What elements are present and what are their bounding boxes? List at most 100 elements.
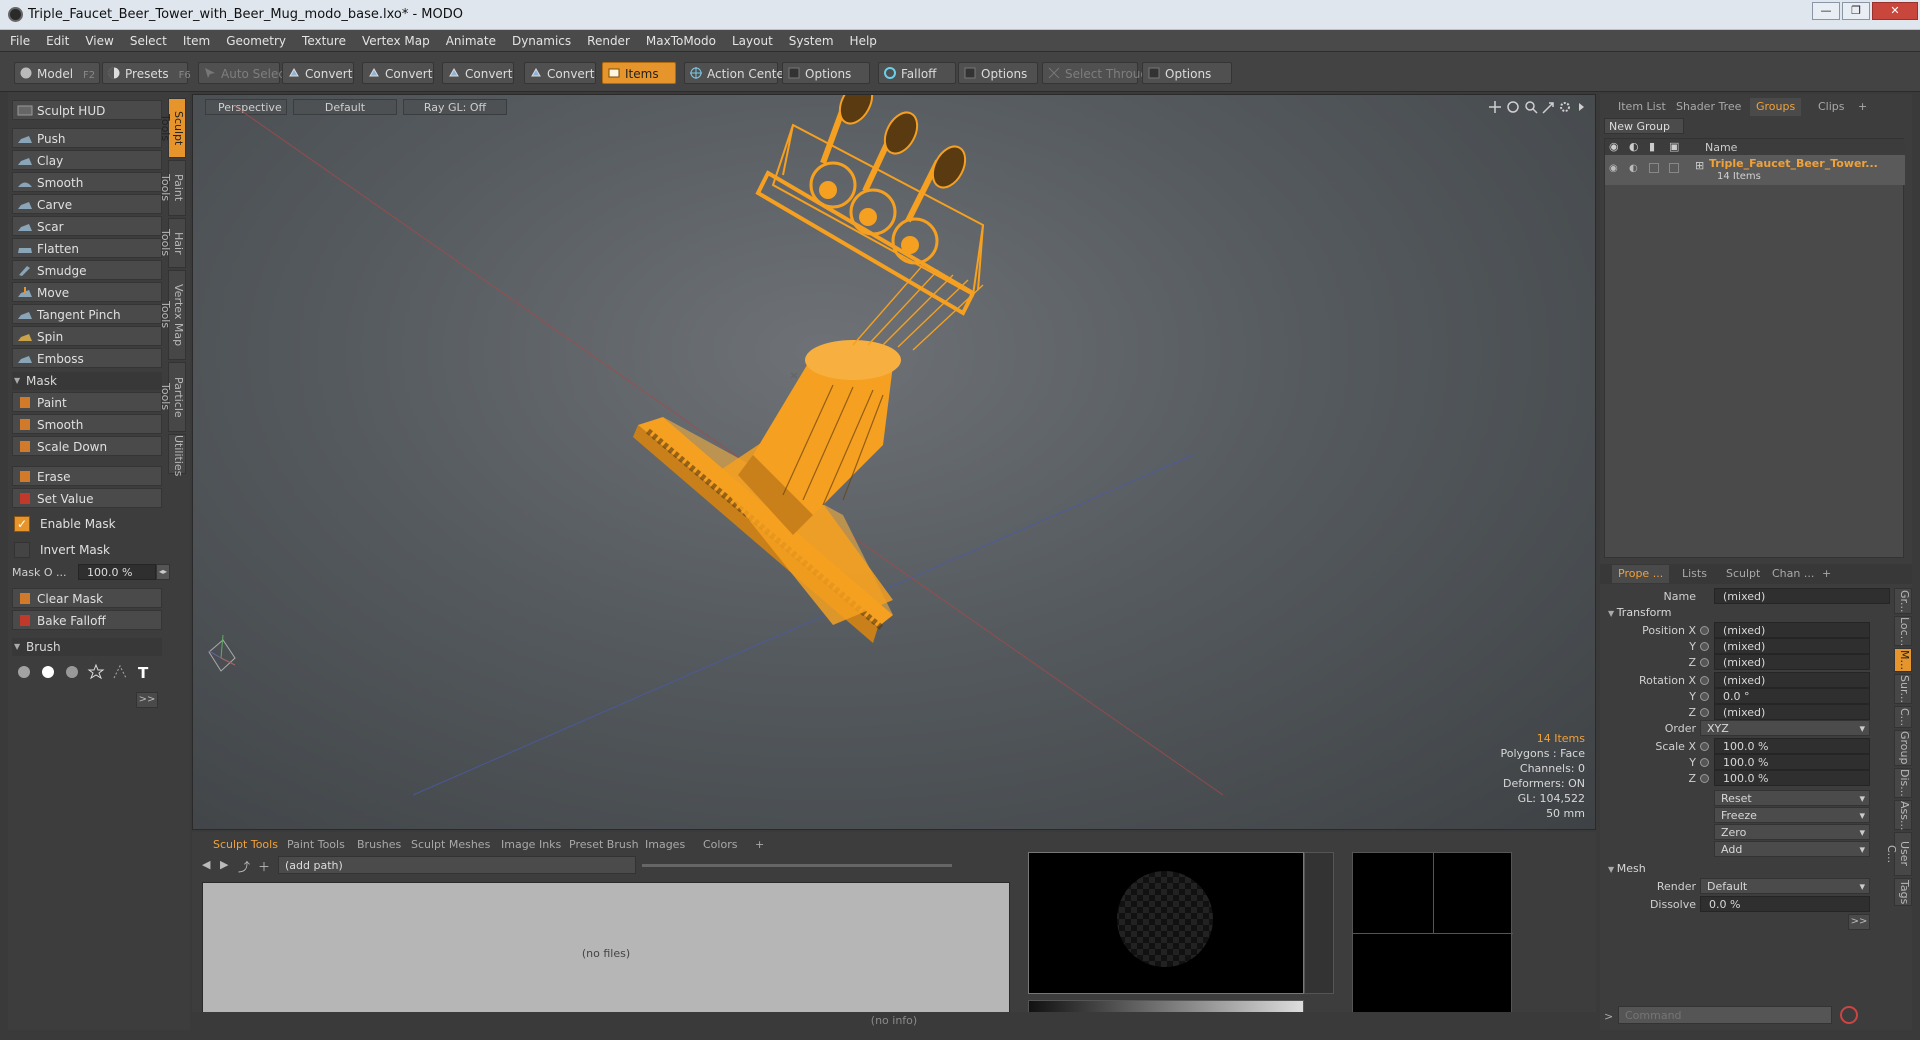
convert-button-1[interactable]: Convert — [282, 62, 354, 84]
tab-bottom-sculpt-meshes[interactable]: Sculpt Meshes — [404, 836, 497, 854]
tool-smudge[interactable]: Smudge — [12, 260, 162, 280]
mask-scale-down-button[interactable]: Scale Down — [12, 436, 162, 456]
scale-x-key-icon[interactable] — [1700, 742, 1709, 751]
tool-flatten[interactable]: Flatten — [12, 238, 162, 258]
scale-z-key-icon[interactable] — [1700, 774, 1709, 783]
menu-animate[interactable]: Animate — [438, 30, 504, 52]
record-macro-icon[interactable] — [1840, 1006, 1858, 1024]
brush-section-header[interactable]: Brush — [12, 638, 162, 656]
convert-button-4[interactable]: Convert — [524, 62, 596, 84]
side-tab-loc[interactable]: Loc... — [1894, 616, 1912, 646]
close-button[interactable]: ✕ — [1872, 2, 1918, 20]
side-tab-group[interactable]: Group — [1894, 730, 1912, 766]
add-dropdown[interactable]: Add — [1714, 841, 1870, 858]
tab-groups[interactable]: Groups — [1750, 98, 1802, 116]
side-tab-dis[interactable]: Dis... — [1894, 768, 1912, 798]
rotation-order-dropdown[interactable]: XYZ — [1700, 720, 1870, 737]
side-tab-mesh[interactable]: M... — [1894, 648, 1912, 672]
menu-layout[interactable]: Layout — [724, 30, 781, 52]
add-path-icon[interactable]: ＋ — [258, 858, 272, 874]
position-y-key-icon[interactable] — [1700, 642, 1709, 651]
mask-opacity-field[interactable]: 100.0 % — [78, 564, 156, 580]
rotation-z-key-icon[interactable] — [1700, 708, 1709, 717]
add-panel-tab-button[interactable]: + — [1852, 98, 1873, 116]
path-dropdown[interactable]: (add path) — [278, 856, 636, 874]
tab-sculpt[interactable]: Sculpt — [1720, 565, 1766, 583]
add-properties-tab-button[interactable]: + — [1816, 565, 1837, 583]
tab-bottom-brushes[interactable]: Brushes — [350, 836, 408, 854]
tab-bottom-preset-brush[interactable]: Preset Brush — [562, 836, 646, 854]
properties-more-button[interactable]: >> — [1848, 914, 1870, 930]
menu-item[interactable]: Item — [175, 30, 218, 52]
maximize-button[interactable]: ❐ — [1842, 2, 1870, 20]
tool-scar[interactable]: Scar — [12, 216, 162, 236]
select-through-button[interactable]: Select Through — [1042, 62, 1156, 84]
scale-z-field[interactable]: 100.0 % — [1714, 770, 1870, 786]
tab-properties[interactable]: Prope ... — [1612, 565, 1670, 583]
tool-emboss[interactable]: Emboss — [12, 348, 162, 368]
3d-viewport[interactable]: Perspective Default Ray GL: Off 14 Items… — [192, 94, 1596, 830]
rotation-y-key-icon[interactable] — [1700, 692, 1709, 701]
group-render-toggle[interactable]: ◐ — [1629, 163, 1638, 174]
back-arrow-icon[interactable]: ◀ — [202, 858, 214, 872]
splat-brush-icon[interactable] — [66, 666, 78, 678]
name-field[interactable]: (mixed) — [1714, 588, 1890, 604]
menu-view[interactable]: View — [77, 30, 121, 52]
add-tab-button[interactable]: + — [748, 836, 771, 854]
tab-bottom-images[interactable]: Images — [638, 836, 692, 854]
reset-dropdown[interactable]: Reset — [1714, 790, 1870, 807]
new-group-button[interactable]: New Group — [1604, 118, 1684, 134]
scale-y-key-icon[interactable] — [1700, 758, 1709, 767]
tab-sculpt-tools[interactable]: Sculpt Tools — [159, 98, 186, 158]
zero-dropdown[interactable]: Zero — [1714, 824, 1870, 841]
presets-button[interactable]: Presets F6 — [102, 62, 191, 84]
tool-move[interactable]: Move — [12, 282, 162, 302]
tab-clips[interactable]: Clips — [1812, 98, 1851, 116]
text-brush-icon[interactable]: T — [138, 664, 149, 682]
tool-tangent-pinch[interactable]: Tangent Pinch — [12, 304, 162, 324]
group-visible-toggle[interactable]: ◉ — [1609, 163, 1618, 174]
erase-button[interactable]: Erase — [12, 466, 162, 486]
group-row[interactable]: ◉ ◐ ⊞ Triple_Faucet_Beer_Tower... 14 Ite… — [1605, 155, 1905, 185]
rotation-x-field[interactable]: (mixed) — [1714, 672, 1870, 688]
side-tab-ass[interactable]: Ass... — [1894, 800, 1912, 830]
tool-spin[interactable]: Spin — [12, 326, 162, 346]
convert-button-2[interactable]: Convert — [362, 62, 434, 84]
side-tab-sur[interactable]: Sur... — [1894, 674, 1912, 704]
mask-opacity-stepper[interactable]: ◂▸ — [156, 564, 170, 580]
tool-carve[interactable]: Carve — [12, 194, 162, 214]
mask-smooth-button[interactable]: Smooth — [12, 414, 162, 434]
auto-select-button[interactable]: Auto Select — [198, 62, 290, 84]
position-x-field[interactable]: (mixed) — [1714, 622, 1870, 638]
scale-y-field[interactable]: 100.0 % — [1714, 754, 1870, 770]
brush-falloff-strip[interactable] — [1304, 852, 1334, 994]
menu-select[interactable]: Select — [122, 30, 175, 52]
set-value-button[interactable]: Set Value — [12, 488, 162, 508]
parent-folder-icon[interactable]: ⤴ — [238, 858, 252, 874]
mask-paint-button[interactable]: Paint — [12, 392, 162, 412]
bake-falloff-button[interactable]: Bake Falloff — [12, 610, 162, 630]
tab-shader-tree[interactable]: Shader Tree — [1670, 98, 1747, 116]
tab-bottom-paint-tools[interactable]: Paint Tools — [280, 836, 352, 854]
brush-more-button[interactable]: >> — [136, 692, 158, 708]
mesh-section-header[interactable]: Mesh — [1608, 862, 1646, 875]
transform-section-header[interactable]: Transform — [1608, 606, 1672, 619]
rotation-x-key-icon[interactable] — [1700, 676, 1709, 685]
menu-vertex-map[interactable]: Vertex Map — [354, 30, 438, 52]
forward-arrow-icon[interactable]: ▶ — [220, 858, 232, 872]
side-tab-tags[interactable]: Tags — [1894, 878, 1912, 906]
position-z-field[interactable]: (mixed) — [1714, 654, 1870, 670]
tab-lists[interactable]: Lists — [1676, 565, 1713, 583]
tool-smooth[interactable]: Smooth — [12, 172, 162, 192]
side-tab-gr[interactable]: Gr... — [1894, 588, 1912, 614]
side-tab-c[interactable]: C... — [1894, 706, 1912, 728]
tab-vertex-map-tools[interactable]: Vertex Map Tools — [159, 270, 186, 360]
menu-system[interactable]: System — [781, 30, 842, 52]
model-button[interactable]: Model F2 — [14, 62, 100, 84]
tool-clay[interactable]: Clay — [12, 150, 162, 170]
tab-hair-tools[interactable]: Hair Tools — [159, 218, 186, 268]
menu-file[interactable]: File — [0, 30, 38, 52]
menu-texture[interactable]: Texture — [294, 30, 354, 52]
select-through-options-button[interactable]: Options — [1142, 62, 1232, 84]
invert-mask-checkbox[interactable] — [14, 542, 30, 558]
